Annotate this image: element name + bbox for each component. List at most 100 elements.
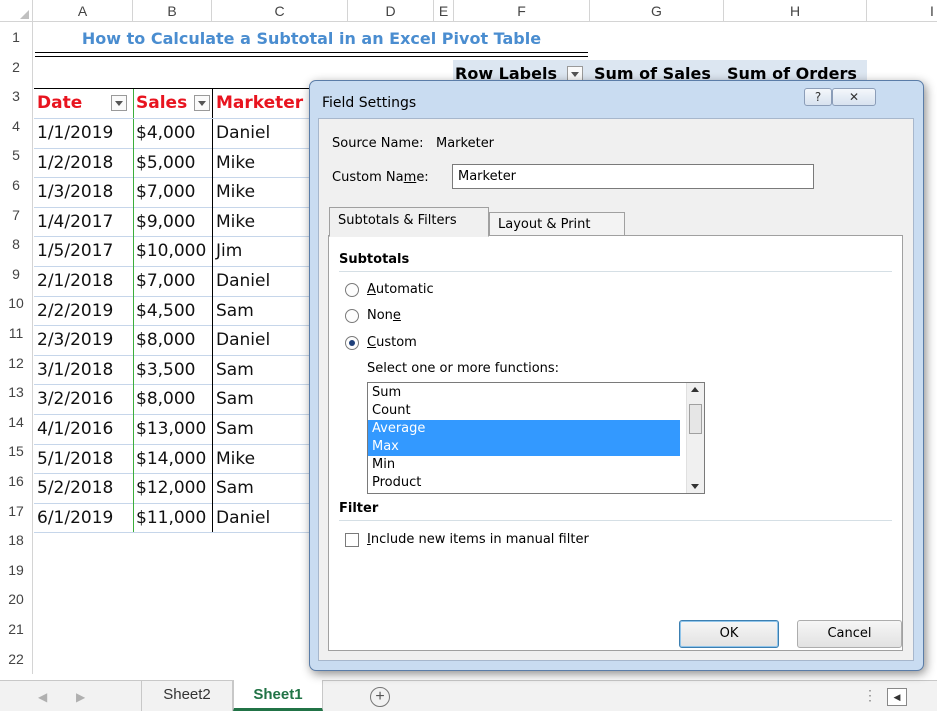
cell-date[interactable]: 6/1/2019 xyxy=(34,503,132,533)
add-sheet-icon[interactable]: + xyxy=(370,687,390,707)
column-header-f[interactable]: F xyxy=(454,0,590,22)
cancel-button[interactable]: Cancel xyxy=(797,620,902,648)
scroll-tabs-right-icon[interactable]: ▶ xyxy=(76,690,85,704)
cell-sales[interactable]: $7,000 xyxy=(133,266,211,296)
row-header-1[interactable]: 1 xyxy=(0,22,33,52)
row-header-7[interactable]: 7 xyxy=(0,199,33,230)
cell-marketer[interactable]: Sam xyxy=(213,355,309,385)
cell-marketer[interactable]: Sam xyxy=(213,473,309,503)
cell-date[interactable]: 3/2/2016 xyxy=(34,384,132,414)
row-header-17[interactable]: 17 xyxy=(0,495,33,526)
cell-marketer[interactable]: Sam xyxy=(213,414,309,444)
tab-subtotals-filters[interactable]: Subtotals & Filters xyxy=(329,207,489,237)
row-header-8[interactable]: 8 xyxy=(0,229,33,260)
row-header-16[interactable]: 16 xyxy=(0,466,33,496)
cell-sales[interactable]: $5,000 xyxy=(133,148,211,178)
row-header-14[interactable]: 14 xyxy=(0,406,33,437)
cell-date[interactable]: 1/5/2017 xyxy=(34,236,132,266)
radio-custom[interactable] xyxy=(345,336,359,350)
radio-automatic-label[interactable]: Automatic xyxy=(367,282,434,297)
row-header-13[interactable]: 13 xyxy=(0,377,33,408)
cell-sales[interactable]: $13,000 xyxy=(133,414,211,444)
function-option-max[interactable]: Max xyxy=(368,438,680,456)
function-option-product[interactable]: Product xyxy=(368,474,680,492)
radio-none-label[interactable]: None xyxy=(367,308,401,323)
column-header-a[interactable]: A xyxy=(33,0,133,22)
ok-button[interactable]: OK xyxy=(679,620,779,648)
row-header-11[interactable]: 11 xyxy=(0,318,33,348)
scroll-tabs-left-icon[interactable]: ◀ xyxy=(38,690,47,704)
sheet-tab-sheet2[interactable]: Sheet2 xyxy=(141,680,233,711)
row-header-10[interactable]: 10 xyxy=(0,288,33,319)
scroll-down-icon[interactable] xyxy=(691,484,699,489)
cell-marketer[interactable]: Daniel xyxy=(213,118,309,148)
function-option-average[interactable]: Average xyxy=(368,420,680,438)
column-header-d[interactable]: D xyxy=(348,0,434,22)
column-header-b[interactable]: B xyxy=(133,0,212,22)
function-option-min[interactable]: Min xyxy=(368,456,680,474)
cell-marketer[interactable]: Mike xyxy=(213,207,309,237)
row-header-12[interactable]: 12 xyxy=(0,347,33,378)
column-header-g[interactable]: G xyxy=(590,0,724,22)
row-header-2[interactable]: 2 xyxy=(0,51,33,82)
cell-sales[interactable]: $3,500 xyxy=(133,355,211,385)
functions-listbox[interactable]: Sum Count Average Max Min Product xyxy=(367,382,705,494)
functions-scrollbar[interactable] xyxy=(686,383,704,493)
cell-sales[interactable]: $9,000 xyxy=(133,207,211,237)
header-cell-marketer[interactable]: Marketer xyxy=(213,88,309,118)
row-header-19[interactable]: 19 xyxy=(0,554,33,585)
cell-sales[interactable]: $10,000 xyxy=(133,236,211,266)
column-header-i[interactable]: I xyxy=(867,0,937,22)
cell-marketer[interactable]: Daniel xyxy=(213,503,309,533)
cell-date[interactable]: 5/2/2018 xyxy=(34,473,132,503)
row-header-20[interactable]: 20 xyxy=(0,584,33,615)
cell-date[interactable]: 2/2/2019 xyxy=(34,296,132,326)
cell-sales[interactable]: $12,000 xyxy=(133,473,211,503)
radio-automatic[interactable] xyxy=(345,283,359,297)
row-header-5[interactable]: 5 xyxy=(0,140,33,171)
cell-date[interactable]: 1/1/2019 xyxy=(34,118,132,148)
cell-marketer[interactable]: Sam xyxy=(213,384,309,414)
include-new-items-label[interactable]: Include new items in manual filter xyxy=(367,532,589,547)
tab-layout-print[interactable]: Layout & Print xyxy=(489,212,625,237)
cell-date[interactable]: 5/1/2018 xyxy=(34,444,132,474)
cell-date[interactable]: 2/3/2019 xyxy=(34,325,132,355)
sales-filter-button[interactable] xyxy=(194,95,210,111)
custom-name-input[interactable] xyxy=(452,164,814,189)
cell-date[interactable]: 2/1/2018 xyxy=(34,266,132,296)
cell-marketer[interactable]: Sam xyxy=(213,296,309,326)
cell-sales[interactable]: $4,500 xyxy=(133,296,211,326)
cell-marketer[interactable]: Mike xyxy=(213,177,309,207)
row-header-4[interactable]: 4 xyxy=(0,110,33,141)
close-icon[interactable]: ✕ xyxy=(832,88,876,106)
cell-marketer[interactable]: Daniel xyxy=(213,266,309,296)
cell-date[interactable]: 1/4/2017 xyxy=(34,207,132,237)
cell-marketer[interactable]: Jim xyxy=(213,236,309,266)
help-button[interactable]: ? xyxy=(804,88,832,106)
cell-marketer[interactable]: Mike xyxy=(213,444,309,474)
cell-date[interactable]: 1/2/2018 xyxy=(34,148,132,178)
row-header-18[interactable]: 18 xyxy=(0,525,33,556)
date-filter-button[interactable] xyxy=(111,95,127,111)
cell-sales[interactable]: $8,000 xyxy=(133,325,211,355)
cell-sales[interactable]: $4,000 xyxy=(133,118,211,148)
row-header-22[interactable]: 22 xyxy=(0,643,33,674)
scroll-thumb[interactable] xyxy=(689,404,702,434)
row-header-21[interactable]: 21 xyxy=(0,614,33,644)
cell-sales[interactable]: $7,000 xyxy=(133,177,211,207)
sheet-tab-sheet1[interactable]: Sheet1 xyxy=(233,680,323,711)
row-header-9[interactable]: 9 xyxy=(0,258,33,289)
cell-date[interactable]: 4/1/2016 xyxy=(34,414,132,444)
cell-sales[interactable]: $8,000 xyxy=(133,384,211,414)
radio-custom-label[interactable]: Custom xyxy=(367,335,417,350)
column-header-e[interactable]: E xyxy=(434,0,454,22)
cell-date[interactable]: 3/1/2018 xyxy=(34,355,132,385)
select-all-corner[interactable] xyxy=(0,0,33,22)
function-option-count[interactable]: Count xyxy=(368,402,680,420)
cell-sales[interactable]: $11,000 xyxy=(133,503,211,533)
row-header-3[interactable]: 3 xyxy=(0,81,33,112)
row-header-15[interactable]: 15 xyxy=(0,436,33,467)
cell-marketer[interactable]: Mike xyxy=(213,148,309,178)
tab-split-handle[interactable]: ⋮ xyxy=(863,687,877,704)
row-header-6[interactable]: 6 xyxy=(0,170,33,200)
